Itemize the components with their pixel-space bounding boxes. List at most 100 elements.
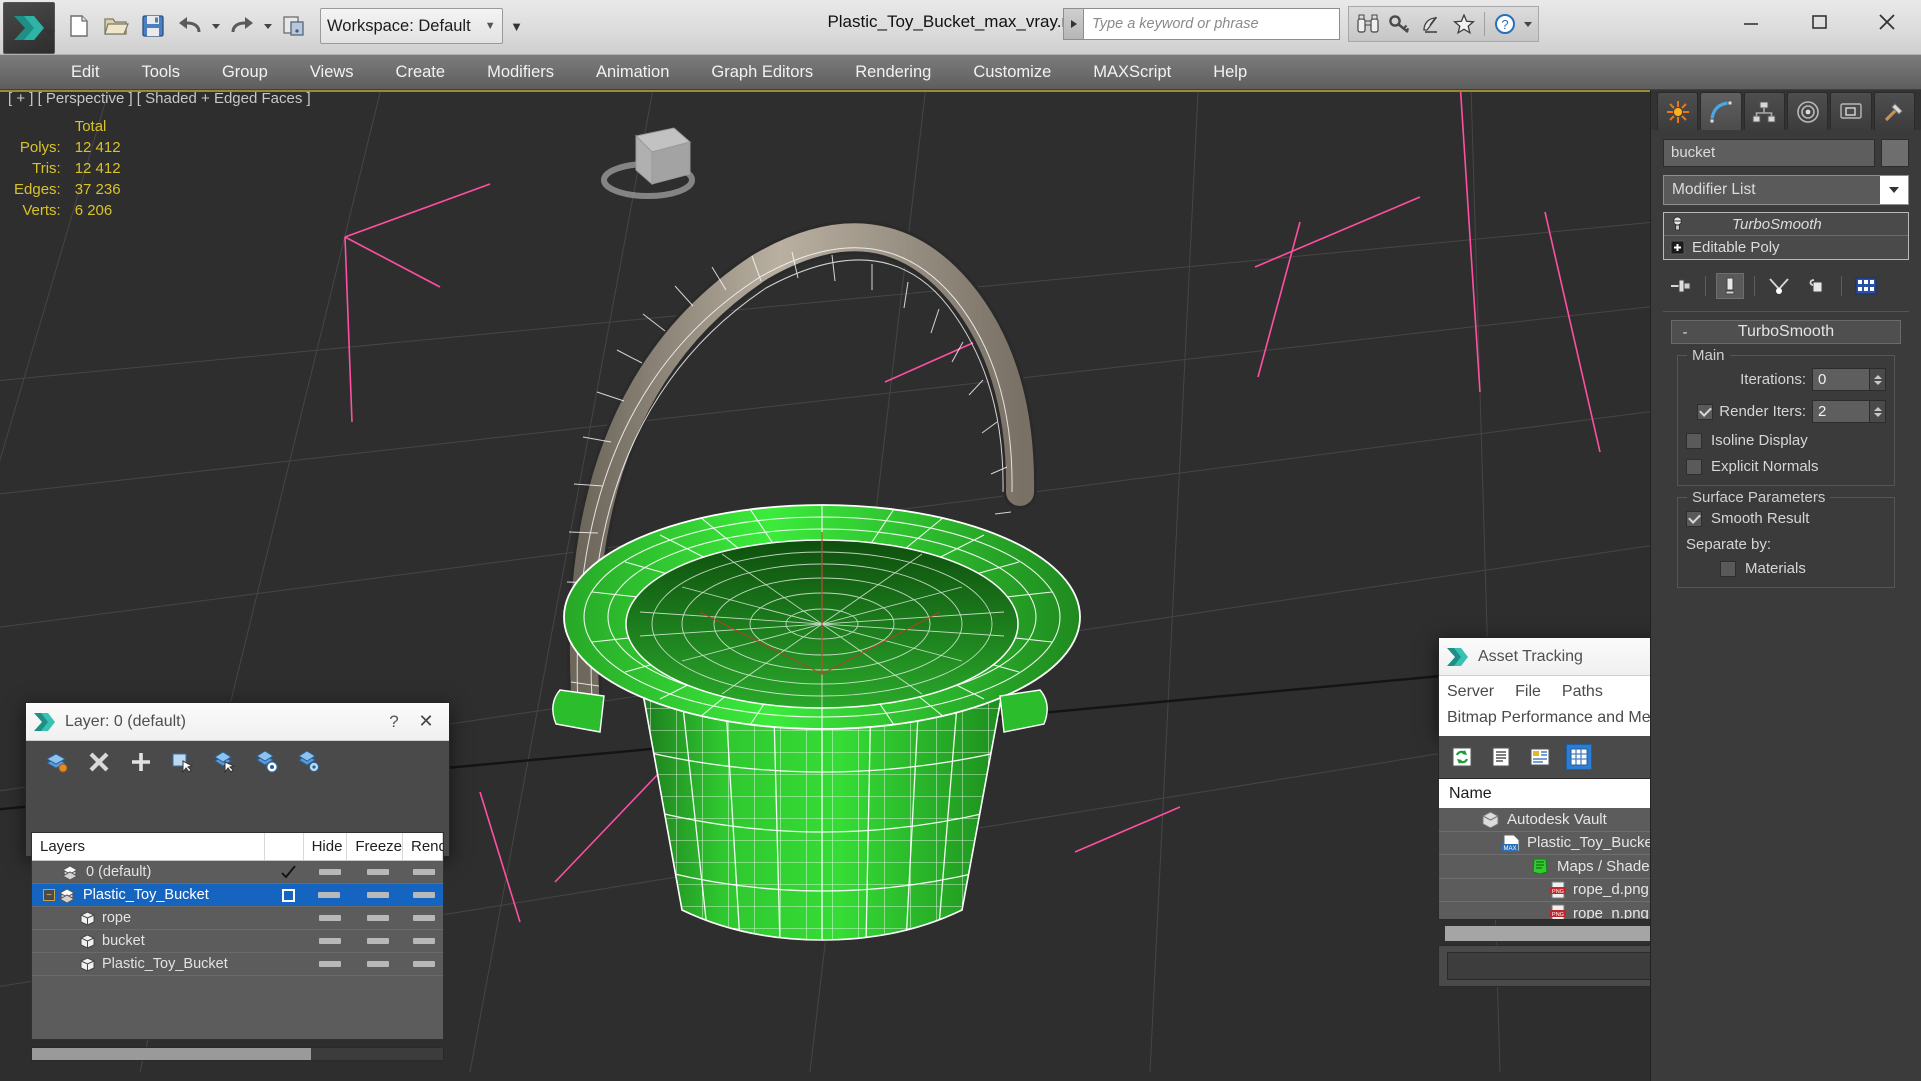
save-file-button[interactable]: [136, 9, 170, 43]
layer-render-toggle[interactable]: [405, 869, 443, 875]
layer-row-plastic-toy-bucket-object[interactable]: Plastic_Toy_Bucket: [32, 953, 443, 976]
display-tab[interactable]: [1830, 92, 1872, 130]
menu-views[interactable]: Views: [289, 55, 375, 90]
open-file-button[interactable]: [99, 9, 133, 43]
menu-tools[interactable]: Tools: [120, 55, 201, 90]
refresh-icon[interactable]: [1449, 744, 1475, 770]
explicit-normals-row[interactable]: Explicit Normals: [1686, 458, 1886, 475]
detail-view-icon[interactable]: [1527, 744, 1553, 770]
turbosmooth-rollout-header[interactable]: - TurboSmooth: [1671, 320, 1901, 344]
layer-render-toggle[interactable]: [405, 892, 443, 898]
modifier-stack[interactable]: TurboSmooth Editable Poly: [1663, 212, 1909, 260]
hide-layer-icon[interactable]: [254, 749, 280, 775]
modifier-stack-item-turbosmooth[interactable]: TurboSmooth: [1664, 213, 1908, 236]
asset-menu-server[interactable]: Server: [1447, 679, 1494, 705]
view-cube[interactable]: [590, 102, 710, 222]
render-iters-spin-buttons[interactable]: [1870, 400, 1886, 423]
list-view-icon[interactable]: [1488, 744, 1514, 770]
help-dropdown-caret-icon[interactable]: [1524, 21, 1532, 27]
chevron-down-icon[interactable]: [1880, 176, 1908, 204]
modify-tab[interactable]: [1700, 92, 1742, 130]
layer-freeze-toggle[interactable]: [352, 869, 405, 875]
iterations-spin-buttons[interactable]: [1870, 368, 1886, 391]
iterations-value[interactable]: 0: [1812, 368, 1870, 391]
menu-create[interactable]: Create: [375, 55, 467, 90]
layer-render-toggle[interactable]: [405, 915, 443, 921]
key-icon[interactable]: [1385, 9, 1415, 39]
viewport-label[interactable]: [ + ] [ Perspective ] [ Shaded + Edged F…: [8, 92, 311, 107]
add-layer-icon[interactable]: [128, 749, 154, 775]
menu-help[interactable]: Help: [1192, 55, 1268, 90]
asset-menu-file[interactable]: File: [1515, 679, 1541, 705]
remove-modifier-icon[interactable]: [1803, 273, 1831, 299]
layer-freeze-toggle[interactable]: [351, 892, 404, 898]
object-name-input[interactable]: bucket: [1663, 139, 1875, 167]
layer-row-plastic-toy-bucket[interactable]: − Plastic_Toy_Bucket: [32, 884, 443, 907]
max-application-menu-button[interactable]: [3, 2, 55, 54]
grid-view-icon[interactable]: [1566, 744, 1592, 770]
scrollbar-thumb[interactable]: [1445, 926, 1677, 941]
isoline-display-checkbox[interactable]: [1686, 432, 1702, 449]
layer-settings-icon[interactable]: [296, 749, 322, 775]
asset-menu-paths[interactable]: Paths: [1562, 679, 1603, 705]
motion-tab[interactable]: [1786, 92, 1829, 130]
create-tab[interactable]: [1657, 92, 1699, 130]
layer-hide-toggle[interactable]: [307, 892, 351, 898]
iterations-spinner[interactable]: 0: [1812, 368, 1886, 391]
hierarchy-tab[interactable]: [1743, 92, 1785, 130]
set-project-folder-button[interactable]: [277, 9, 311, 43]
undo-button[interactable]: [173, 9, 207, 43]
satellite-dish-icon[interactable]: [1417, 9, 1447, 39]
modifier-list-dropdown[interactable]: Modifier List: [1663, 175, 1909, 205]
help-icon[interactable]: ?: [1490, 9, 1520, 39]
layer-hide-toggle[interactable]: [308, 938, 352, 944]
explicit-normals-checkbox[interactable]: [1686, 458, 1702, 475]
layer-render-toggle[interactable]: [405, 938, 443, 944]
menu-customize[interactable]: Customize: [952, 55, 1072, 90]
layer-expander-icon[interactable]: −: [43, 889, 55, 901]
window-maximize-button[interactable]: [1785, 0, 1853, 44]
star-icon[interactable]: [1449, 9, 1479, 39]
modifier-stack-item-editable-poly[interactable]: Editable Poly: [1664, 236, 1908, 259]
layer-render-toggle[interactable]: [405, 961, 443, 967]
window-close-button[interactable]: [1853, 0, 1921, 44]
layer-freeze-toggle[interactable]: [352, 961, 405, 967]
layer-row-default[interactable]: 0 (default): [32, 861, 443, 884]
configure-modifier-sets-icon[interactable]: [1852, 273, 1880, 299]
undo-dropdown-caret-icon[interactable]: [212, 23, 220, 29]
utilities-tab[interactable]: [1873, 92, 1915, 130]
materials-row[interactable]: Materials: [1686, 560, 1886, 577]
menu-edit[interactable]: Edit: [50, 55, 120, 90]
smooth-result-row[interactable]: Smooth Result: [1686, 510, 1886, 527]
window-minimize-button[interactable]: [1717, 0, 1785, 44]
menu-graph-editors[interactable]: Graph Editors: [690, 55, 834, 90]
layer-dialog-help-button[interactable]: ?: [379, 712, 409, 732]
menu-group[interactable]: Group: [201, 55, 289, 90]
redo-button[interactable]: [225, 9, 259, 43]
layer-list-horizontal-scrollbar[interactable]: [31, 1047, 444, 1061]
pin-stack-icon[interactable]: [1667, 273, 1695, 299]
layer-row-bucket[interactable]: bucket: [32, 930, 443, 953]
redo-dropdown-caret-icon[interactable]: [264, 23, 272, 29]
layer-row-rope[interactable]: rope: [32, 907, 443, 930]
search-input[interactable]: Type a keyword or phrase: [1083, 8, 1340, 40]
layer-hide-toggle[interactable]: [308, 915, 352, 921]
layer-freeze-toggle[interactable]: [352, 915, 405, 921]
layer-dialog-close-button[interactable]: ✕: [409, 711, 443, 732]
search-expand-button[interactable]: [1063, 8, 1083, 40]
menu-rendering[interactable]: Rendering: [834, 55, 952, 90]
delete-layer-icon[interactable]: [86, 749, 112, 775]
layer-current-check[interactable]: [269, 888, 307, 902]
layer-current-check[interactable]: [270, 864, 308, 880]
show-end-result-icon[interactable]: [1716, 273, 1744, 299]
new-file-button[interactable]: [62, 9, 96, 43]
binoculars-icon[interactable]: [1353, 9, 1383, 39]
layer-hide-toggle[interactable]: [308, 869, 352, 875]
create-new-layer-icon[interactable]: [44, 749, 70, 775]
select-highlighted-icon[interactable]: [212, 749, 238, 775]
workspace-expand-button[interactable]: ▼: [506, 8, 528, 44]
menu-maxscript[interactable]: MAXScript: [1072, 55, 1192, 90]
scrollbar-thumb[interactable]: [32, 1048, 312, 1060]
object-color-swatch[interactable]: [1881, 139, 1909, 167]
layer-dialog-titlebar[interactable]: Layer: 0 (default) ? ✕: [26, 703, 449, 741]
